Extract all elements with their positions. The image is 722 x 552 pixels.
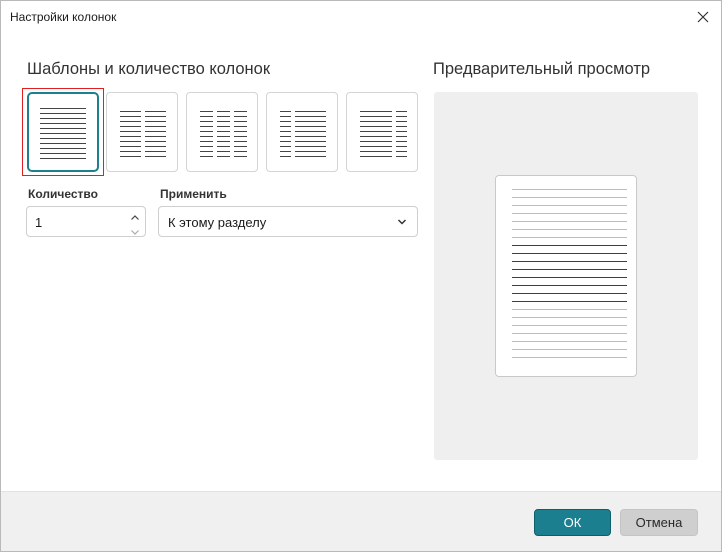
template-two-columns[interactable]: [106, 92, 178, 172]
two-columns-icon: [120, 111, 166, 157]
title-bar: Настройки колонок: [1, 1, 721, 34]
ok-button[interactable]: ОК: [534, 509, 611, 536]
chevron-up-icon: [131, 215, 139, 220]
chevron-down-icon: [131, 230, 139, 235]
right-narrow-columns-icon: [360, 111, 407, 157]
chevron-down-icon: [397, 219, 407, 225]
three-columns-icon: [200, 111, 247, 157]
column-count-stepper[interactable]: 1: [26, 206, 146, 237]
column-settings-dialog: Настройки колонок Шаблоны и количество к…: [0, 0, 722, 552]
increment-button[interactable]: [130, 210, 140, 220]
preview-text-lines: [512, 189, 627, 358]
preview-heading: Предварительный просмотр: [433, 60, 651, 78]
count-label: Количество: [28, 187, 98, 201]
one-column-icon: [40, 108, 86, 159]
template-right-narrow[interactable]: [346, 92, 418, 172]
dialog-footer: ОК Отмена: [1, 491, 721, 551]
preview-page: [495, 175, 637, 377]
apply-to-dropdown[interactable]: К этому разделу: [158, 206, 418, 237]
close-button[interactable]: [691, 5, 715, 29]
template-left-narrow[interactable]: [266, 92, 338, 172]
close-icon: [697, 11, 709, 23]
template-three-columns[interactable]: [186, 92, 258, 172]
column-count-value[interactable]: 1: [35, 215, 42, 230]
preview-area: [434, 92, 698, 460]
dialog-title: Настройки колонок: [10, 10, 117, 24]
cancel-button[interactable]: Отмена: [620, 509, 698, 536]
templates-heading: Шаблоны и количество колонок: [27, 60, 271, 78]
left-narrow-columns-icon: [280, 111, 326, 157]
apply-label: Применить: [160, 187, 227, 201]
decrement-button[interactable]: [130, 224, 140, 235]
apply-to-value: К этому разделу: [168, 215, 267, 230]
template-one-column[interactable]: [27, 92, 99, 172]
